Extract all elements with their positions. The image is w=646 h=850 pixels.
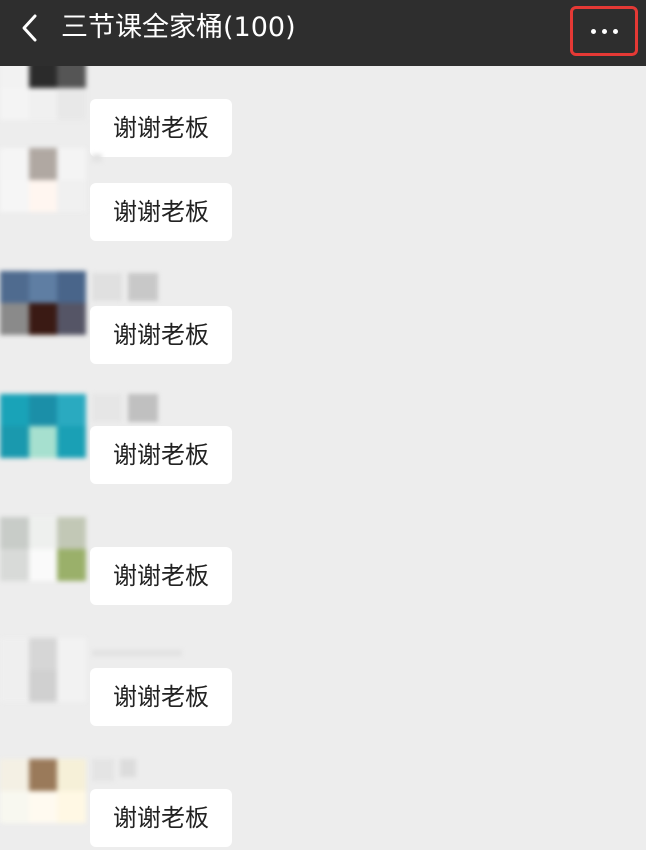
ellipsis-icon	[601, 28, 607, 34]
message-bubble[interactable]: 谢谢老板	[90, 306, 232, 364]
avatar[interactable]	[0, 271, 86, 335]
chat-message: 谢谢老板	[0, 751, 646, 850]
message-bubble[interactable]: 谢谢老板	[90, 547, 232, 605]
avatar[interactable]	[0, 759, 86, 823]
chat-message: 谢谢老板	[0, 146, 646, 267]
chat-message: 谢谢老板	[0, 66, 646, 157]
sender-nickname	[92, 154, 102, 162]
sender-nickname	[92, 759, 136, 781]
chevron-left-icon	[22, 14, 37, 42]
avatar[interactable]	[0, 638, 86, 702]
message-bubble[interactable]: 谢谢老板	[90, 426, 232, 484]
chat-message: 谢谢老板	[0, 509, 646, 630]
chat-message: 谢谢老板	[0, 388, 646, 509]
avatar[interactable]	[0, 66, 86, 120]
chat-title: 三节课全家桶(100)	[61, 12, 296, 43]
ellipsis-icon	[612, 28, 618, 34]
message-bubble[interactable]: 谢谢老板	[90, 668, 232, 726]
message-bubble[interactable]: 谢谢老板	[90, 789, 232, 847]
sender-nickname	[92, 650, 182, 656]
ellipsis-icon	[590, 28, 596, 34]
chat-message: 谢谢老板	[0, 630, 646, 751]
more-options-button[interactable]	[570, 6, 638, 56]
avatar[interactable]	[0, 394, 86, 458]
avatar[interactable]	[0, 148, 86, 212]
sender-nickname	[92, 394, 158, 422]
sender-nickname	[92, 273, 158, 301]
top-bar: 三节课全家桶(100)	[0, 0, 646, 66]
chat-message: 谢谢老板	[0, 267, 646, 388]
avatar[interactable]	[0, 517, 86, 581]
chat-message-list[interactable]: 谢谢老板 谢谢老板 谢谢老板 谢谢老板 谢谢老板 谢谢老板 谢谢老板	[0, 66, 646, 850]
message-bubble[interactable]: 谢谢老板	[90, 183, 232, 241]
back-button[interactable]	[10, 8, 50, 48]
